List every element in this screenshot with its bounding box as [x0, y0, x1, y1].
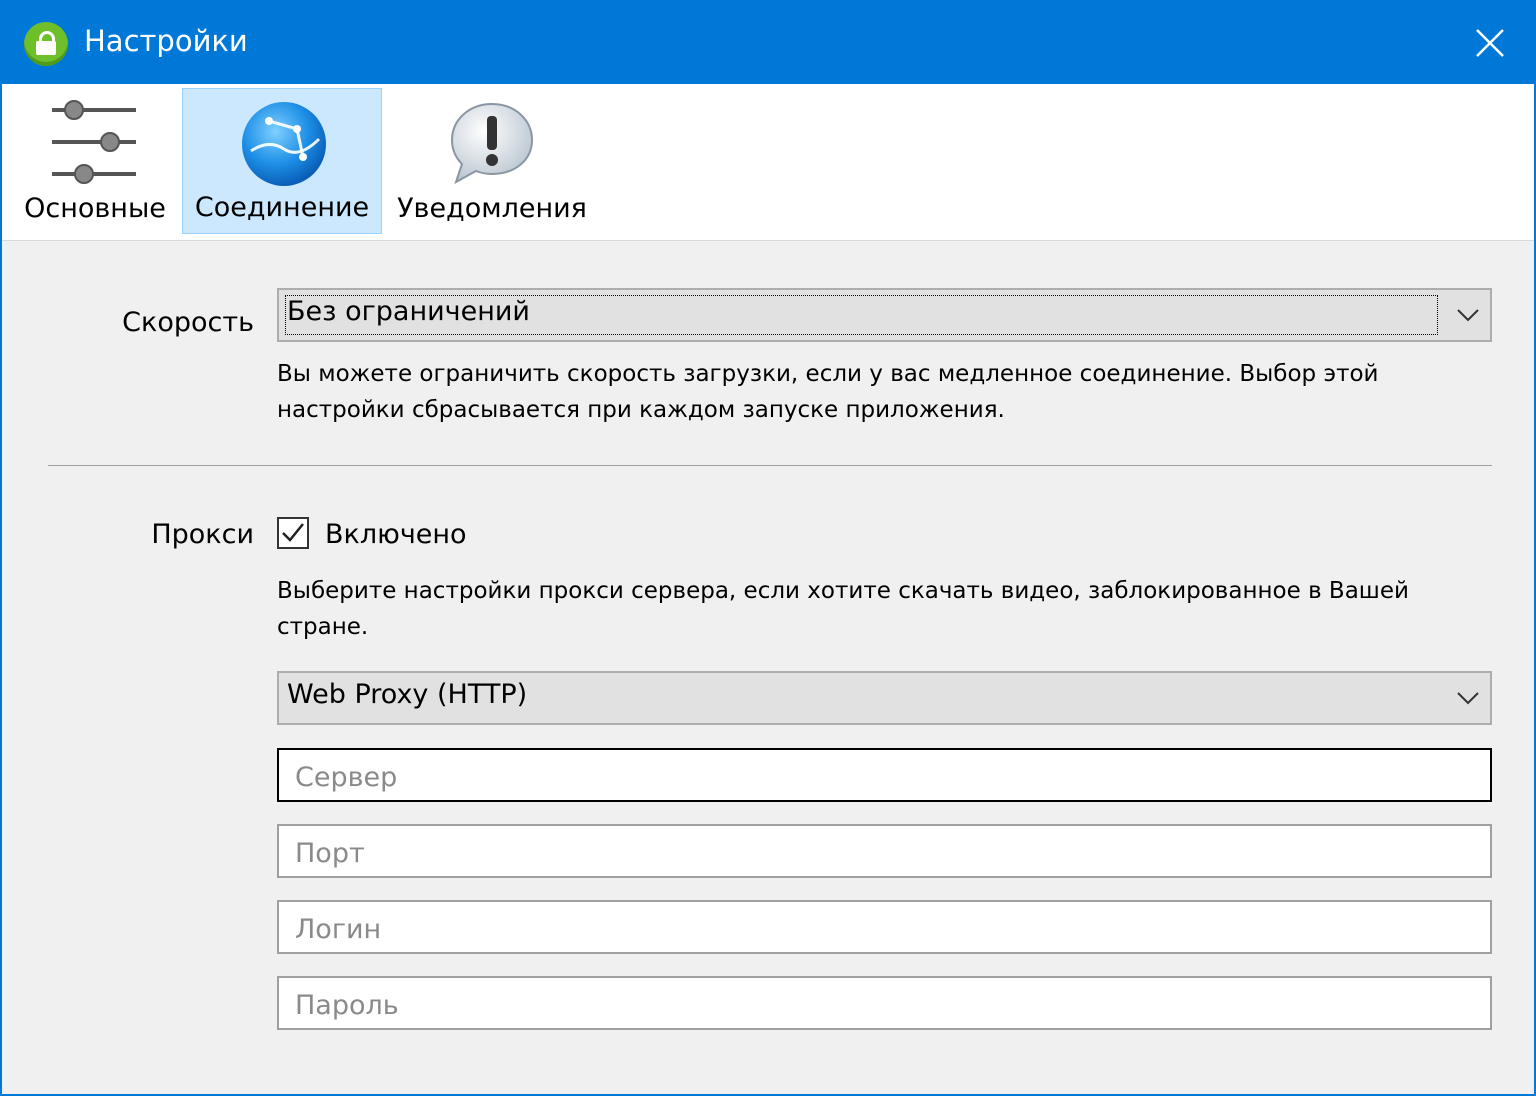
- connection-settings-panel: Скорость Без ограничений Вы можете огран…: [2, 241, 1534, 1096]
- port-placeholder: Порт: [295, 838, 365, 869]
- window-title: Настройки: [84, 24, 248, 58]
- tab-label: Основные: [24, 193, 166, 224]
- speed-label: Скорость: [122, 307, 254, 338]
- chevron-down-icon: [1457, 692, 1479, 705]
- title-bar[interactable]: Настройки: [2, 2, 1534, 84]
- server-field[interactable]: Сервер: [277, 748, 1492, 802]
- proxy-description: Выберите настройки прокси сервера, если …: [277, 578, 1409, 640]
- speed-description: Вы можете ограничить скорость загрузки, …: [277, 361, 1379, 423]
- tab-general[interactable]: Основные: [14, 88, 176, 234]
- server-placeholder: Сервер: [295, 762, 398, 793]
- speed-select-value: Без ограничений: [287, 296, 530, 327]
- login-field[interactable]: Логин: [277, 900, 1492, 954]
- proxy-enabled-checkbox[interactable]: [277, 517, 309, 549]
- tab-connection[interactable]: Соединение: [182, 88, 382, 234]
- exclamation-bubble-icon: [450, 102, 534, 185]
- settings-window: Настройки Основные Соединение Уведомлени…: [0, 0, 1536, 1096]
- tab-label: Соединение: [194, 192, 370, 223]
- speed-select[interactable]: Без ограничений: [277, 288, 1492, 342]
- close-icon: [1476, 29, 1504, 57]
- settings-tabs: Основные Соединение Уведомления: [2, 84, 1534, 241]
- globe-icon: [242, 102, 326, 186]
- sliders-icon: [52, 100, 136, 184]
- tab-notifications[interactable]: Уведомления: [394, 88, 590, 234]
- lock-globe-icon: [24, 22, 68, 66]
- proxy-type-select[interactable]: Web Proxy (HTTP): [277, 671, 1492, 725]
- proxy-type-value: Web Proxy (HTTP): [287, 679, 528, 710]
- proxy-label: Прокси: [151, 519, 254, 550]
- port-field[interactable]: Порт: [277, 824, 1492, 878]
- password-placeholder: Пароль: [295, 990, 399, 1021]
- checkmark-icon: [282, 523, 304, 542]
- password-field[interactable]: Пароль: [277, 976, 1492, 1030]
- section-divider: [48, 465, 1492, 466]
- proxy-enabled-label[interactable]: Включено: [325, 519, 467, 550]
- close-button[interactable]: [1458, 16, 1522, 70]
- tab-label: Уведомления: [397, 193, 587, 224]
- login-placeholder: Логин: [295, 914, 382, 945]
- chevron-down-icon: [1457, 309, 1479, 322]
